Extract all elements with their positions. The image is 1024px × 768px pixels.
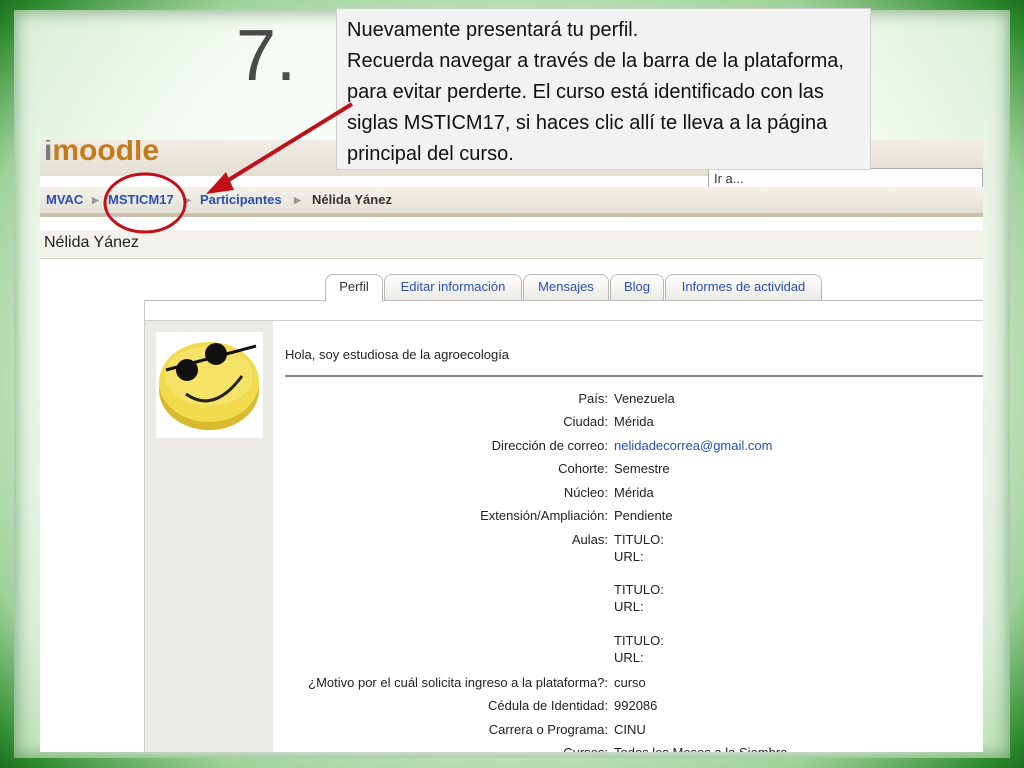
avatar[interactable] [156,332,263,438]
smiley-avatar-icon [159,342,259,430]
profile-field-label: Cédula de Identidad: [488,698,608,713]
profile-field-value: Semestre [614,461,670,476]
profile-field-label: Ciudad: [563,414,608,429]
left-column [40,300,145,752]
profile-field-value: Pendiente [614,508,673,523]
profile-field-label: País: [578,391,608,406]
profile-description: Hola, soy estudiosa de la agroecología [285,347,510,362]
profile-tabs: Perfil Editar información Mensajes Blog … [40,272,983,302]
step-number: 7. [236,16,297,96]
avatar-cell [145,321,273,752]
profile-field-value: CINU [614,722,646,737]
profile-field-value: TITULO: [614,633,664,648]
profile-field-value: curso [614,675,646,690]
breadcrumb: MVAC ▶ MSTICM17 ▶ Participantes ▶ Nélida… [40,187,983,217]
instruction-callout: Nuevamente presentará tu perfil. Recuerd… [336,8,871,170]
profile-field-value: URL: [614,650,644,665]
breadcrumb-separator-icon: ▶ [294,195,301,205]
tab-mensajes[interactable]: Mensajes [523,274,609,300]
profile-field-label: Núcleo: [563,485,608,500]
tab-editar-informacion[interactable]: Editar información [384,274,522,300]
profile-field-value: Mérida [614,485,654,500]
profile-field-label: Cohorte: [558,461,608,476]
breadcrumb-participants[interactable]: Participantes [200,187,282,213]
breadcrumb-mvac[interactable]: MVAC [46,187,83,213]
email-link[interactable]: nelidadecorrea@gmail.com [614,438,772,453]
breadcrumb-separator-icon: ▶ [92,195,99,205]
profile-details: Hola, soy estudiosa de la agroecología P… [273,321,983,752]
tab-blog[interactable]: Blog [610,274,664,300]
profile-field-value: TITULO: [614,532,664,547]
tab-perfil[interactable]: Perfil [325,274,383,302]
profile-field-label: Carrera o Programa: [488,722,608,737]
divider [285,375,983,377]
profile-field-label: Dirección de correo: [491,438,608,453]
profile-field-label: ¿Motivo por el cuál solicita ingreso a l… [308,675,608,690]
profile-field-value: Mérida [614,414,654,429]
moodle-screenshot: imoodle Ir a... MVAC ▶ MSTICM17 ▶ Partic… [40,140,983,752]
profile-field-value: URL: [614,549,644,564]
breadcrumb-course[interactable]: MSTICM17 [108,187,174,213]
profile-field-value: 992086 [614,698,658,713]
profile-field-value: URL: [614,599,644,614]
breadcrumb-current-user: Nélida Yánez [312,192,392,207]
profile-field-label: Aulas: [571,532,608,547]
profile-panel: Hola, soy estudiosa de la agroecología P… [145,320,983,752]
profile-field-value: TITULO: [614,582,664,597]
callout-line-2: Recuerda navegar a través de la barra de… [347,50,844,165]
tab-informes-de-actividad[interactable]: Informes de actividad [665,274,822,300]
moodle-logo[interactable]: imoodle [44,140,159,168]
profile-field-value: Todos los Meses a la Siembra [614,745,787,752]
profile-field-value: Venezuela [614,391,675,406]
profile-field-label: Cursos: [563,745,608,752]
title-bar: Nélida Yánez [40,230,983,259]
callout-line-1: Nuevamente presentará tu perfil. [347,19,639,41]
profile-field-label: Extensión/Ampliación: [480,508,608,523]
page-title: Nélida Yánez [44,234,139,251]
breadcrumb-separator-icon: ▶ [184,195,191,205]
